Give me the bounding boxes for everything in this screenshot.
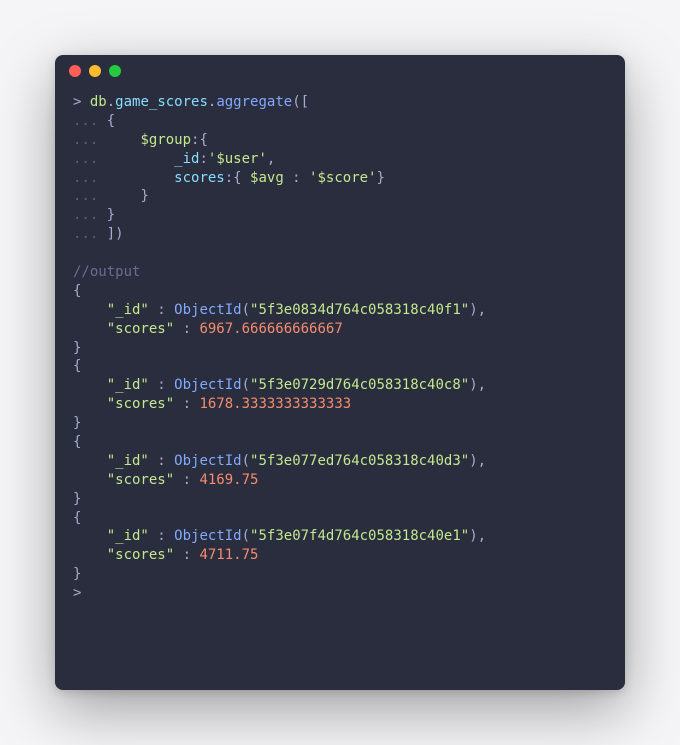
continuation: ...	[73, 207, 98, 223]
method-name: aggregate	[216, 94, 292, 110]
quote: "	[461, 453, 469, 469]
score-value: 4711.75	[199, 547, 258, 563]
open-brace: {	[73, 358, 81, 374]
output-comment: //output	[73, 264, 140, 280]
titlebar	[55, 55, 625, 87]
open-brace: {	[73, 510, 81, 526]
db-token: db	[90, 94, 107, 110]
prompt-symbol: >	[73, 585, 81, 601]
close-brace: }	[107, 207, 115, 223]
close-brace: }	[73, 340, 81, 356]
close-paren: )	[469, 302, 477, 318]
space-colon-space: :	[149, 302, 174, 318]
oid-value: 5f3e0834d764c058318c40f1	[258, 302, 460, 318]
space-colon-space: :	[174, 396, 199, 412]
objectid: ObjectId	[174, 377, 241, 393]
open-paren: (	[242, 302, 250, 318]
continuation: ...	[73, 151, 98, 167]
colon-brace: :{	[225, 170, 250, 186]
continuation: ...	[73, 226, 98, 242]
close-bracket-paren: ])	[107, 226, 124, 242]
score-value: 1678.3333333333333	[199, 396, 351, 412]
close-brace: }	[73, 491, 81, 507]
maximize-icon[interactable]	[109, 65, 121, 77]
close-brace: }	[73, 566, 81, 582]
open-paren-bracket: ([	[292, 94, 309, 110]
code-area: > db.game_scores.aggregate([ ... { ... $…	[55, 87, 625, 690]
close-brace: }	[140, 188, 148, 204]
collection-name: game_scores	[115, 94, 208, 110]
id-key: "_id"	[107, 302, 149, 318]
objectid: ObjectId	[174, 453, 241, 469]
scores-key: "scores"	[107, 396, 174, 412]
quote: "	[461, 377, 469, 393]
objectid: ObjectId	[174, 302, 241, 318]
quote: "	[461, 302, 469, 318]
quote: "	[461, 528, 469, 544]
dot: .	[107, 94, 115, 110]
user-ref: '$user'	[208, 151, 267, 167]
close-paren: )	[469, 528, 477, 544]
comma: ,	[478, 453, 486, 469]
close-brace: }	[73, 415, 81, 431]
oid-value: 5f3e07f4d764c058318c40e1	[258, 528, 460, 544]
score-value: 6967.666666666667	[199, 321, 342, 337]
open-brace: {	[73, 283, 81, 299]
comma: ,	[267, 151, 275, 167]
open-paren: (	[242, 528, 250, 544]
id-field: _id	[174, 151, 199, 167]
space-colon-space: :	[149, 453, 174, 469]
space-colon-space: :	[174, 321, 199, 337]
id-key: "_id"	[107, 528, 149, 544]
open-paren: (	[242, 453, 250, 469]
comma: ,	[478, 302, 486, 318]
score-value: 4169.75	[199, 472, 258, 488]
avg-operator: $avg	[250, 170, 284, 186]
comma: ,	[478, 377, 486, 393]
space-colon-space: :	[149, 377, 174, 393]
continuation: ...	[73, 188, 98, 204]
space-colon-space: :	[174, 547, 199, 563]
oid-value: 5f3e0729d764c058318c40c8	[258, 377, 460, 393]
prompt-symbol: >	[73, 94, 81, 110]
group-operator: $group	[140, 132, 191, 148]
scores-key: "scores"	[107, 547, 174, 563]
colon: :	[199, 151, 207, 167]
continuation: ...	[73, 132, 98, 148]
open-brace: {	[73, 434, 81, 450]
space-colon-space: :	[284, 170, 309, 186]
objectid: ObjectId	[174, 528, 241, 544]
scores-key: "scores"	[107, 321, 174, 337]
score-ref: '$score'	[309, 170, 376, 186]
space-colon-space: :	[149, 528, 174, 544]
close-icon[interactable]	[69, 65, 81, 77]
close-brace: }	[376, 170, 384, 186]
open-brace: {	[107, 113, 115, 129]
close-paren: )	[469, 453, 477, 469]
comma: ,	[478, 528, 486, 544]
scores-key: "scores"	[107, 472, 174, 488]
terminal-window: > db.game_scores.aggregate([ ... { ... $…	[55, 55, 625, 690]
id-key: "_id"	[107, 377, 149, 393]
space-colon-space: :	[174, 472, 199, 488]
continuation: ...	[73, 113, 98, 129]
id-key: "_id"	[107, 453, 149, 469]
open-paren: (	[242, 377, 250, 393]
scores-field: scores	[174, 170, 225, 186]
oid-value: 5f3e077ed764c058318c40d3	[258, 453, 460, 469]
colon-brace: :{	[191, 132, 208, 148]
minimize-icon[interactable]	[89, 65, 101, 77]
continuation: ...	[73, 170, 98, 186]
close-paren: )	[469, 377, 477, 393]
